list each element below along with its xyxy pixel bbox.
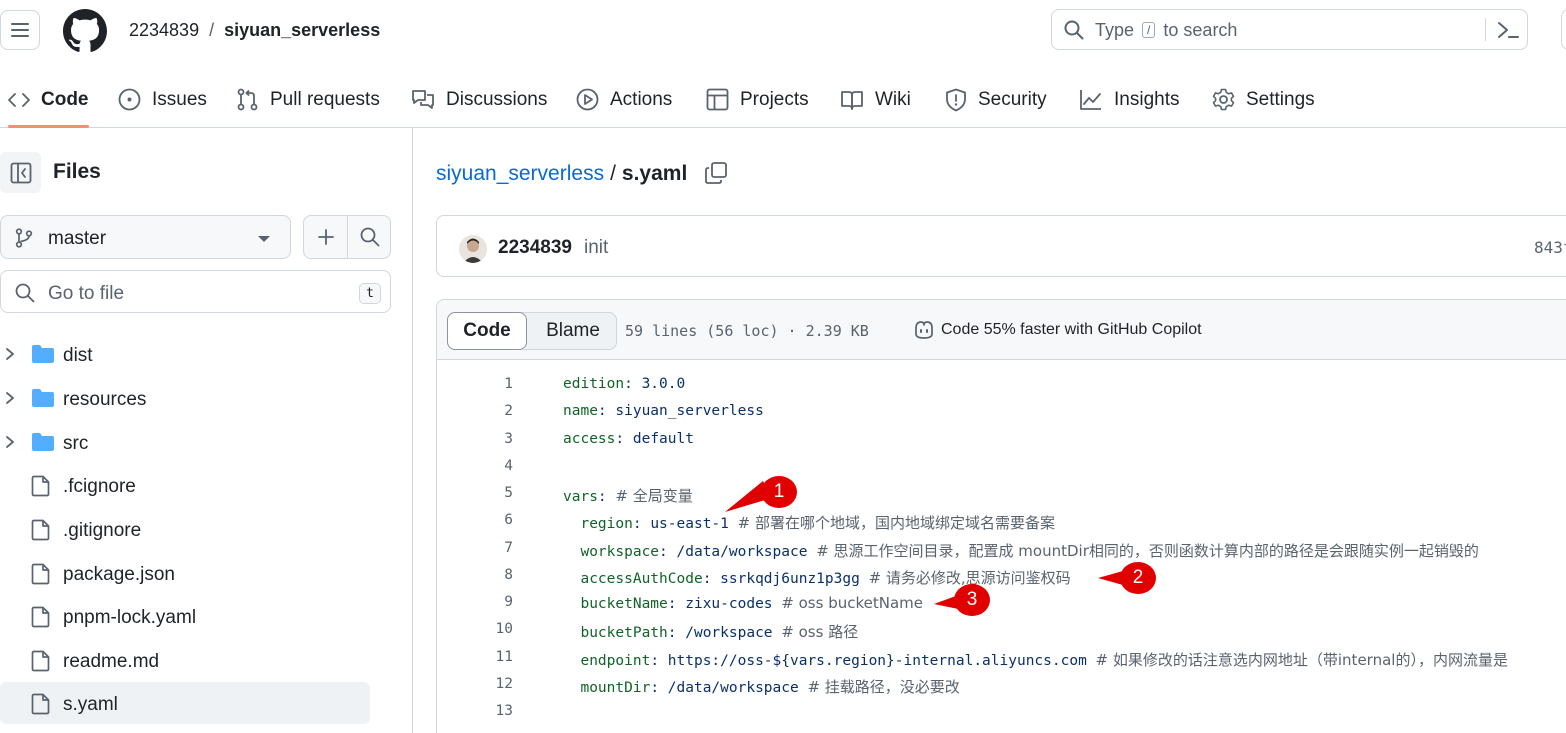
annotation-badge-2: 2	[1120, 562, 1156, 594]
annotation-badge-1: 1	[761, 476, 797, 508]
annotation-badge-3: 3	[954, 584, 990, 616]
annotation-arrows	[725, 481, 1130, 611]
